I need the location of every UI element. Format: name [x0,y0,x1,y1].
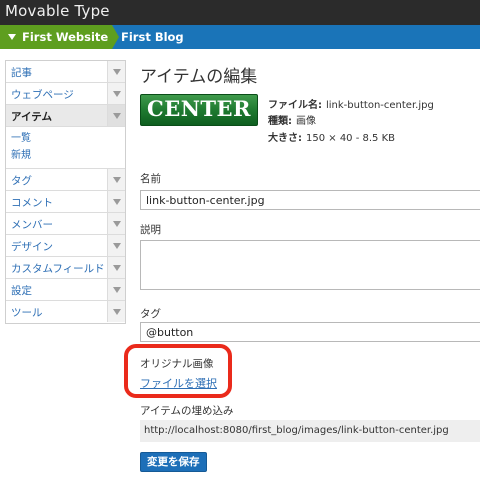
sidebar-item-entries[interactable]: 記事 [6,61,125,83]
choose-file-link[interactable]: ファイルを選択 [140,375,217,391]
blog-scope-link[interactable]: First Blog [121,25,184,49]
name-label: 名前 [140,173,161,185]
sidebar-item-label: 記事 [11,67,32,79]
chevron-down-icon[interactable] [107,83,125,104]
chevron-down-icon[interactable] [107,279,125,300]
type-value: 画像 [296,116,316,127]
sidebar-item-custom-fields[interactable]: カスタムフィールド [6,257,125,279]
scope-bar: First Website First Blog [0,25,480,49]
asset-type: 種類: 画像 [268,112,316,127]
asset-thumbnail: CENTER [140,94,258,126]
sidebar-nav: 記事 ウェブページ アイテム 一覧 新規 タグ コメント メンバー デザイン カ… [5,60,126,324]
sidebar-item-design[interactable]: デザイン [6,235,125,257]
sidebar-item-assets[interactable]: アイテム [6,105,125,127]
sidebar-item-members[interactable]: メンバー [6,213,125,235]
website-scope-button[interactable]: First Website [0,25,112,49]
description-label: 説明 [140,224,161,236]
chevron-down-icon [8,34,16,40]
sidebar-item-label: コメント [11,197,53,209]
size-value: 150 × 40 - 8.5 KB [306,133,396,144]
chevron-down-icon[interactable] [107,257,125,278]
chevron-down-icon[interactable] [107,105,125,126]
description-textarea[interactable] [140,240,480,290]
sidebar-item-label: デザイン [11,241,53,253]
sidebar-item-comments[interactable]: コメント [6,191,125,213]
website-scope-label: First Website [22,30,109,44]
sidebar-item-tags[interactable]: タグ [6,169,125,191]
sidebar-item-label: ウェブページ [11,89,74,101]
thumbnail-text: CENTER [146,96,251,121]
top-bar: Movable Type [0,0,480,25]
chevron-down-icon[interactable] [107,191,125,212]
sidebar-subitem-list[interactable]: 一覧 [6,130,125,147]
sidebar-item-label: ツール [11,307,43,319]
chevron-down-icon[interactable] [107,235,125,256]
tags-input[interactable] [140,322,480,342]
chevron-down-icon[interactable] [107,169,125,190]
sidebar-item-label: メンバー [11,219,53,231]
sidebar-item-label: 設定 [11,285,32,297]
sidebar-item-label: タグ [11,175,32,187]
chevron-down-icon[interactable] [107,61,125,82]
tags-label: タグ [140,308,161,320]
sidebar-subitem-new[interactable]: 新規 [6,147,125,164]
name-input[interactable] [140,190,480,210]
app-title[interactable]: Movable Type [5,2,110,20]
asset-size: 大きさ: 150 × 40 - 8.5 KB [268,129,395,144]
asset-file-name: ファイル名: link-button-center.jpg [268,96,434,111]
type-label: 種類: [268,116,292,127]
chevron-down-icon[interactable] [107,301,125,322]
embed-label: アイテムの埋め込み [140,405,234,417]
sidebar-subnav-assets: 一覧 新規 [6,127,125,169]
file-name-label: ファイル名: [268,100,322,111]
page-title: アイテムの編集 [140,67,258,87]
sidebar-item-webpages[interactable]: ウェブページ [6,83,125,105]
sidebar-item-label: アイテム [11,111,52,123]
sidebar-item-settings[interactable]: 設定 [6,279,125,301]
original-image-label: オリジナル画像 [140,358,214,370]
sidebar-item-tools[interactable]: ツール [6,301,125,323]
breadcrumb-arrow-icon [112,25,119,49]
size-label: 大きさ: [268,133,302,144]
chevron-down-icon[interactable] [107,213,125,234]
embed-url-field[interactable]: http://localhost:8080/first_blog/images/… [140,420,480,442]
sidebar-item-label: カスタムフィールド [11,263,105,275]
save-button[interactable]: 変更を保存 [140,452,207,472]
file-name-value: link-button-center.jpg [326,100,434,111]
